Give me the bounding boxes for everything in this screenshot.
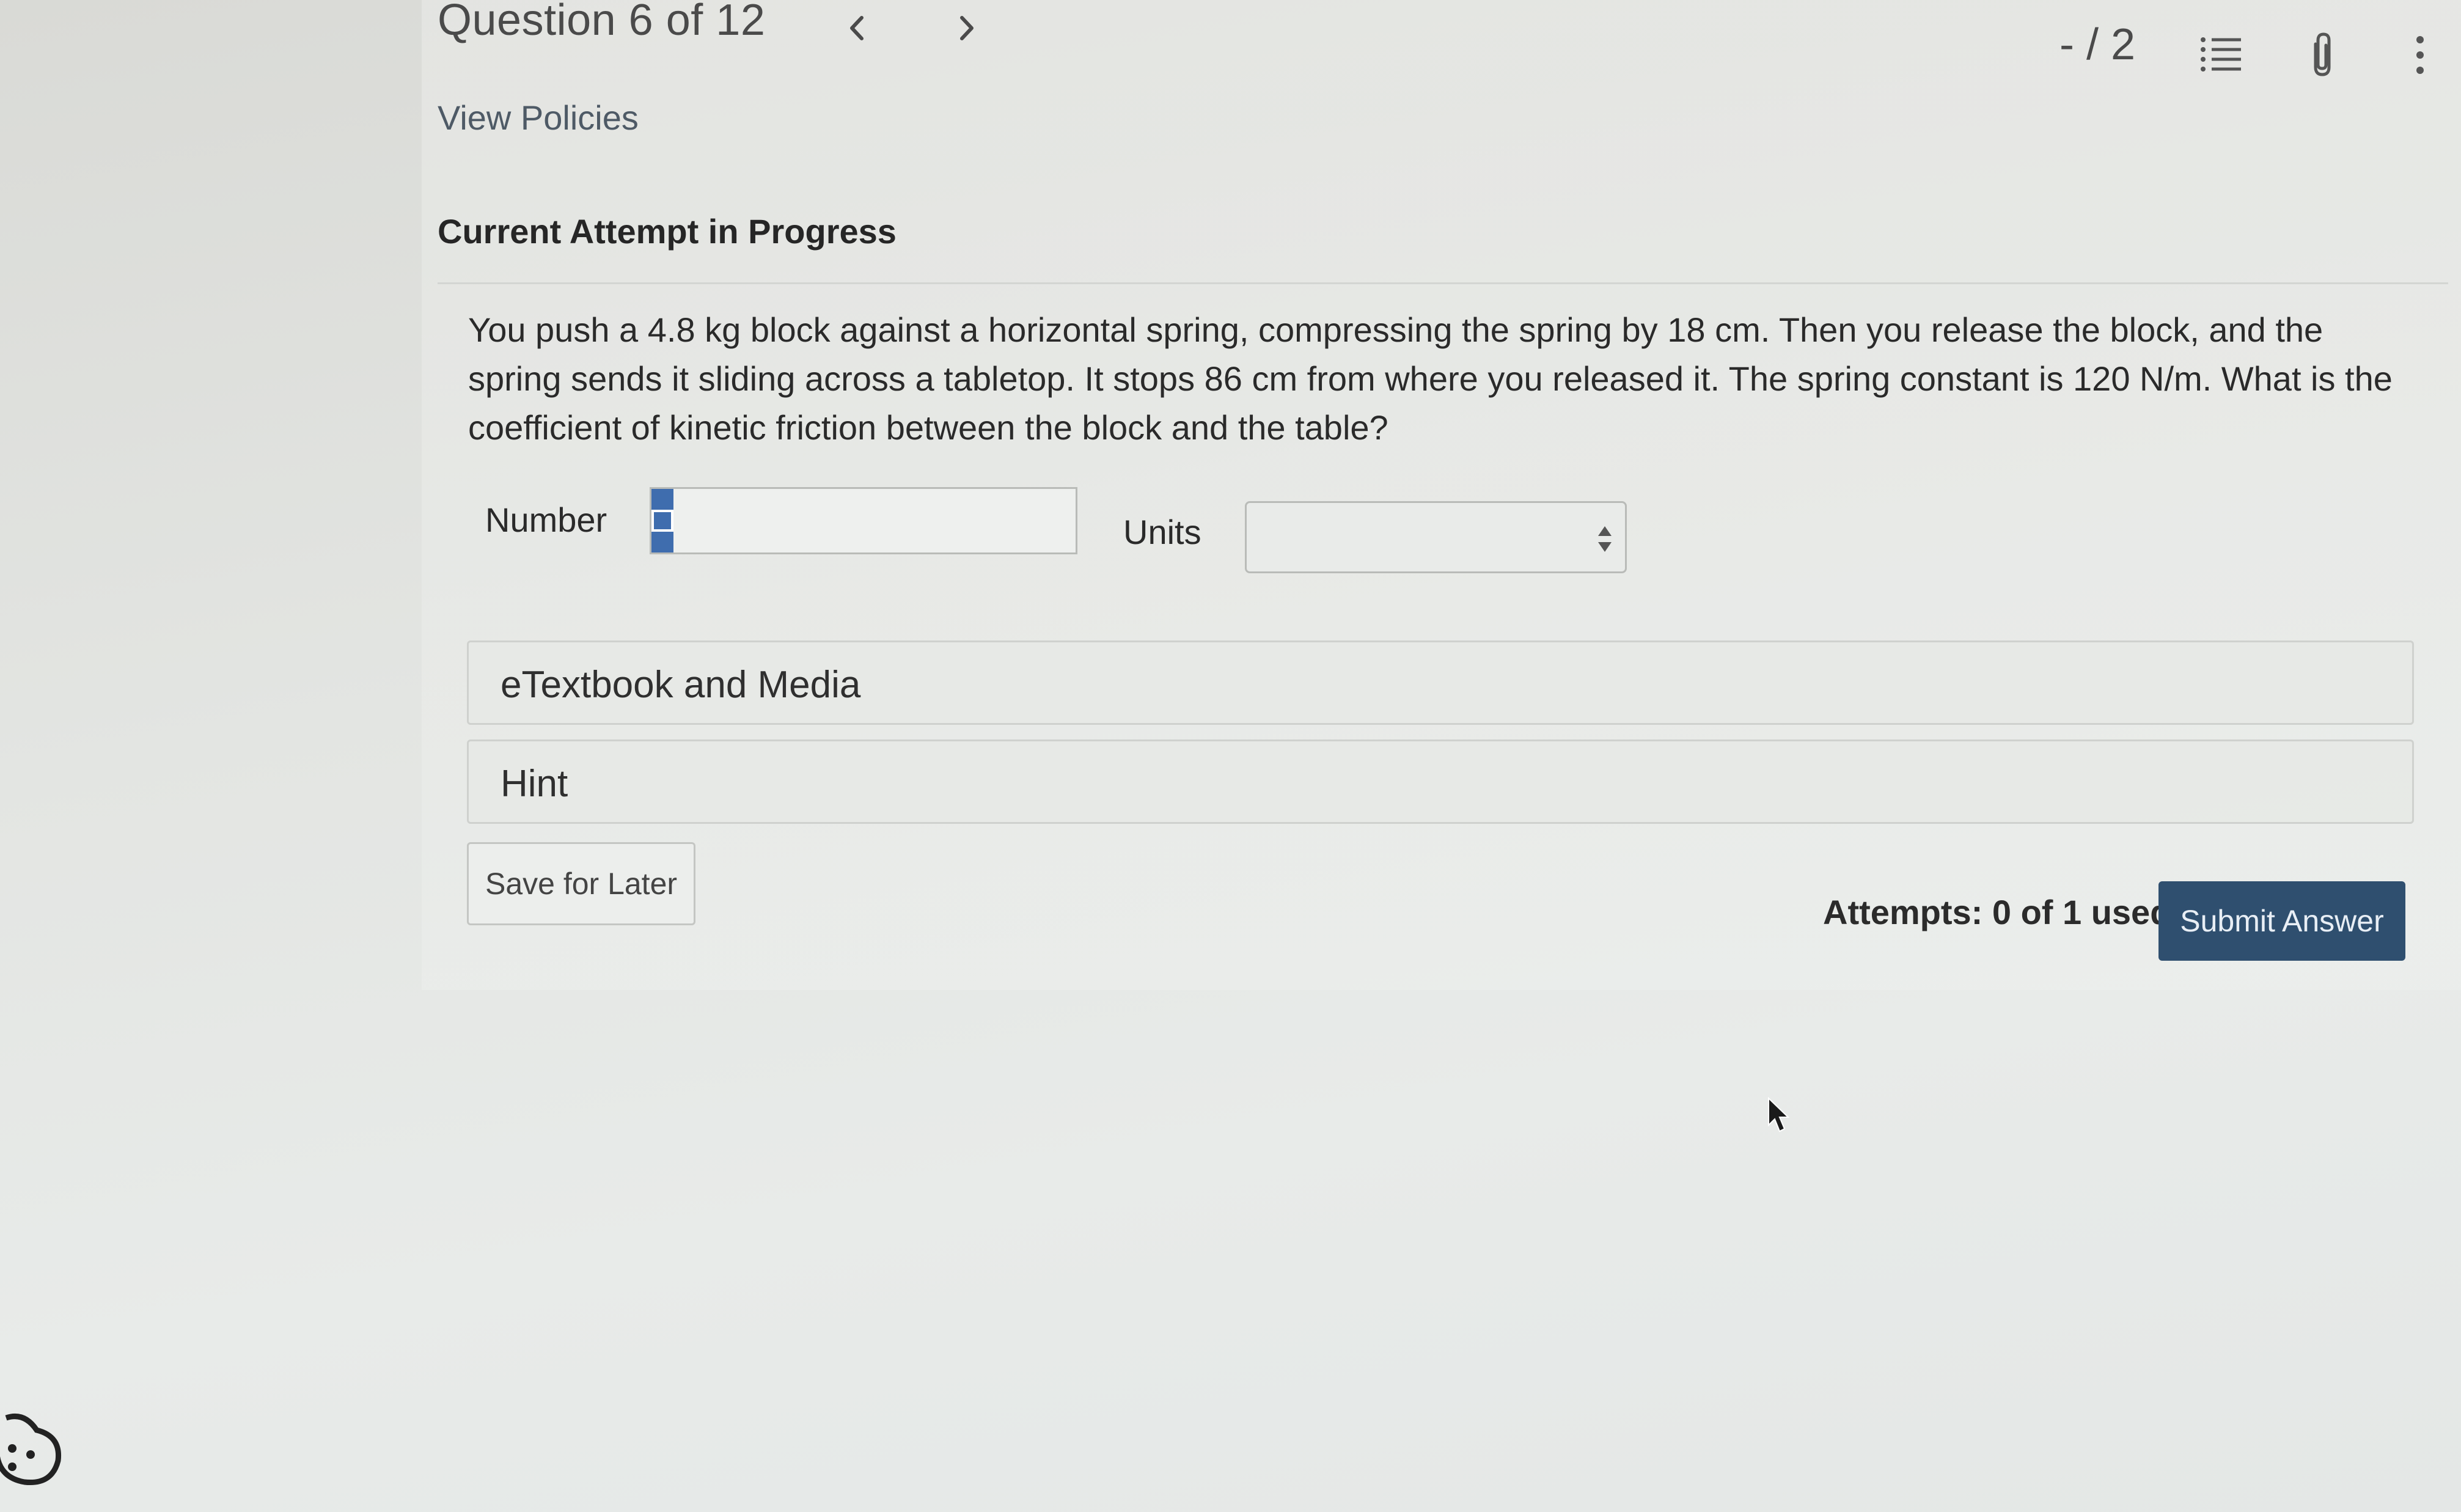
save-for-later-button[interactable]: Save for Later bbox=[467, 842, 695, 925]
select-arrows-icon bbox=[1598, 526, 1612, 552]
square-icon bbox=[651, 510, 673, 532]
question-text: You push a 4.8 kg block against a horizo… bbox=[468, 310, 2393, 447]
next-question-button[interactable] bbox=[942, 4, 991, 53]
attempts-counter: Attempts: 0 of 1 used bbox=[1823, 893, 2171, 931]
chevron-right-icon bbox=[960, 16, 974, 40]
etextbook-media-label: eTextbook and Media bbox=[501, 664, 861, 706]
cookie-icon[interactable] bbox=[0, 1406, 67, 1491]
attempt-heading: Current Attempt in Progress bbox=[438, 212, 897, 251]
divider bbox=[438, 282, 2448, 284]
math-input-button[interactable] bbox=[651, 489, 673, 552]
question-list-button[interactable] bbox=[2194, 24, 2249, 86]
number-input[interactable] bbox=[673, 489, 1123, 552]
submit-answer-button[interactable]: Submit Answer bbox=[2158, 881, 2405, 961]
question-title: Question 6 of 12 bbox=[438, 0, 766, 45]
more-options-button[interactable] bbox=[2393, 24, 2448, 86]
list-icon bbox=[2201, 37, 2241, 72]
chevron-left-icon bbox=[850, 16, 864, 40]
units-label: Units bbox=[1123, 513, 1201, 551]
previous-question-button[interactable] bbox=[832, 4, 881, 53]
view-policies-link[interactable]: View Policies bbox=[438, 98, 639, 138]
paperclip-icon bbox=[2314, 32, 2331, 76]
attachments-button[interactable] bbox=[2295, 24, 2350, 86]
units-select[interactable] bbox=[1245, 501, 1627, 573]
more-vertical-icon bbox=[2416, 36, 2424, 74]
score-display: - / 2 bbox=[2059, 20, 2136, 69]
hint-accordion[interactable]: Hint bbox=[467, 739, 2414, 824]
number-label: Number bbox=[485, 501, 607, 539]
hint-label: Hint bbox=[501, 763, 568, 805]
number-field-group bbox=[650, 487, 1123, 554]
etextbook-media-accordion[interactable]: eTextbook and Media bbox=[467, 640, 2414, 725]
mouse-cursor-icon bbox=[1768, 1097, 1790, 1132]
